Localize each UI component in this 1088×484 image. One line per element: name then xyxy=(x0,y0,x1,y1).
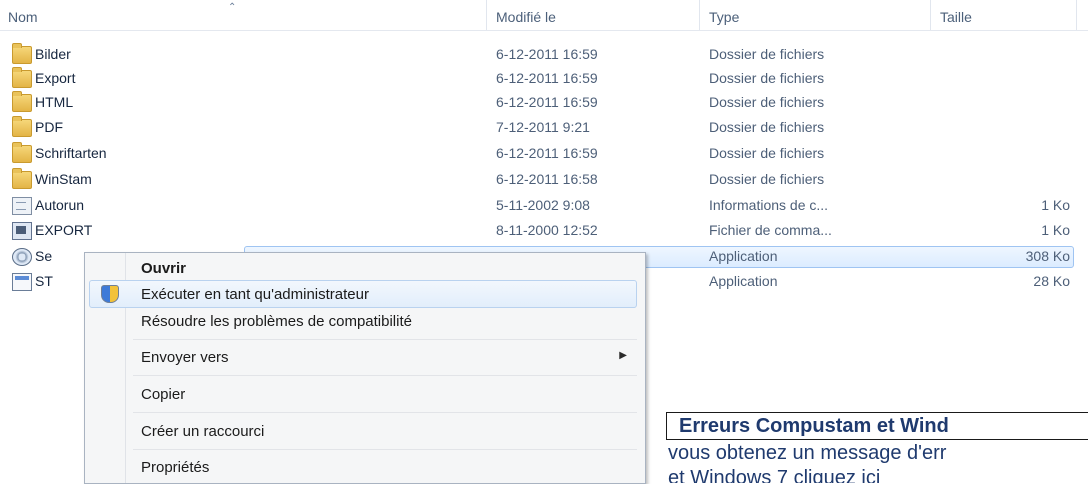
file-row-export-command[interactable]: EXPORT 8-11-2000 12:52 Fichier de comma.… xyxy=(0,218,1088,242)
folder-icon xyxy=(12,67,32,88)
column-divider[interactable] xyxy=(699,0,700,30)
error-notice[interactable]: Erreurs Compustam et Wind vous obtenez u… xyxy=(662,412,1088,483)
file-modified: 8-11-2000 12:52 xyxy=(496,222,598,238)
file-type: Dossier de fichiers xyxy=(709,70,825,86)
file-modified: 6-12-2011 16:58 xyxy=(496,171,598,187)
menu-item-label: Exécuter en tant qu'administrateur xyxy=(141,286,369,303)
file-type: Application xyxy=(709,248,778,264)
file-name: PDF xyxy=(35,119,63,135)
menu-separator xyxy=(133,449,637,450)
menu-item-run-as-admin[interactable]: Exécuter en tant qu'administrateur xyxy=(89,280,637,308)
file-name: EXPORT xyxy=(35,222,93,238)
file-type: Dossier de fichiers xyxy=(709,145,825,161)
file-size: 308 Ko xyxy=(1025,248,1070,264)
menu-separator xyxy=(133,412,637,413)
menu-item-send-to[interactable]: Envoyer vers ▶ xyxy=(85,344,645,370)
file-type: Dossier de fichiers xyxy=(709,94,825,110)
file-size: 28 Ko xyxy=(1033,273,1070,289)
file-modified: 6-12-2011 16:59 xyxy=(496,145,598,161)
folder-icon xyxy=(12,43,32,64)
application-icon xyxy=(12,273,32,291)
file-modified: 6-12-2011 16:59 xyxy=(496,94,598,110)
menu-separator xyxy=(133,339,637,340)
context-menu: Ouvrir Exécuter en tant qu'administrateu… xyxy=(84,252,646,484)
submenu-arrow-icon: ▶ xyxy=(619,350,627,361)
folder-icon xyxy=(12,142,32,163)
column-modified[interactable]: Modifié le xyxy=(496,8,556,30)
file-name: ST xyxy=(35,273,53,289)
file-name: Autorun xyxy=(35,197,85,213)
menu-item-open[interactable]: Ouvrir xyxy=(85,255,645,281)
file-row-export-folder[interactable]: Export 6-12-2011 16:59 Dossier de fichie… xyxy=(0,66,1088,90)
menu-item-troubleshoot-compatibility[interactable]: Résoudre les problèmes de compatibilité xyxy=(85,308,645,334)
file-name: WinStam xyxy=(35,171,92,187)
file-modified: 6-12-2011 16:59 xyxy=(496,70,598,86)
column-type[interactable]: Type xyxy=(709,8,739,30)
folder-icon xyxy=(12,91,32,112)
menu-item-label: Résoudre les problèmes de compatibilité xyxy=(141,313,412,330)
menu-item-label: Ouvrir xyxy=(141,260,187,277)
menu-item-label: Envoyer vers xyxy=(141,349,229,366)
column-size[interactable]: Taille xyxy=(940,8,972,30)
file-row-schriftarten[interactable]: Schriftarten 6-12-2011 16:59 Dossier de … xyxy=(0,141,1088,165)
notice-link[interactable]: et Windows 7 cliquez ici xyxy=(668,467,880,483)
column-divider[interactable] xyxy=(930,0,931,30)
file-row-winstam[interactable]: WinStam 6-12-2011 16:58 Dossier de fichi… xyxy=(0,167,1088,191)
file-type: Dossier de fichiers xyxy=(709,119,825,135)
file-row-html[interactable]: HTML 6-12-2011 16:59 Dossier de fichiers xyxy=(0,90,1088,114)
file-modified: 7-12-2011 9:21 xyxy=(496,119,590,135)
file-type: Informations de c... xyxy=(709,197,829,213)
file-modified: 6-12-2011 16:59 xyxy=(496,46,598,62)
file-name: Se xyxy=(35,248,53,264)
file-name: Schriftarten xyxy=(35,145,107,161)
file-type: Dossier de fichiers xyxy=(709,46,825,62)
file-name: HTML xyxy=(35,94,74,110)
uac-shield-icon xyxy=(101,285,119,303)
menu-item-label: Copier xyxy=(141,386,186,403)
file-name: Bilder xyxy=(35,46,71,62)
file-type: Dossier de fichiers xyxy=(709,171,825,187)
folder-icon xyxy=(12,116,32,137)
setup-icon xyxy=(12,248,32,266)
file-row-bilder[interactable]: Bilder 6-12-2011 16:59 Dossier de fichie… xyxy=(0,42,1088,66)
file-row-pdf[interactable]: PDF 7-12-2011 9:21 Dossier de fichiers xyxy=(0,115,1088,139)
file-size: 1 Ko xyxy=(1041,222,1070,238)
menu-item-create-shortcut[interactable]: Créer un raccourci xyxy=(85,418,645,444)
notice-title: Erreurs Compustam et Wind xyxy=(666,412,1088,440)
settings-file-icon xyxy=(12,197,32,215)
file-type: Fichier de comma... xyxy=(709,222,832,238)
column-divider[interactable] xyxy=(1076,0,1077,30)
column-name[interactable]: Nom xyxy=(8,8,38,30)
menu-item-copy[interactable]: Copier xyxy=(85,381,645,407)
file-size: 1 Ko xyxy=(1041,197,1070,213)
folder-icon xyxy=(12,168,32,189)
column-header: Nom ⌃ Modifié le Type Taille xyxy=(0,0,1088,31)
file-type: Application xyxy=(709,273,778,289)
notice-text-line: vous obtenez un message d'err xyxy=(668,442,947,464)
sort-ascending-icon: ⌃ xyxy=(228,2,237,13)
menu-item-label: Propriétés xyxy=(141,459,210,476)
file-row-autorun[interactable]: Autorun 5-11-2002 9:08 Informations de c… xyxy=(0,193,1088,217)
command-file-icon xyxy=(12,222,32,240)
menu-item-label: Créer un raccourci xyxy=(141,423,265,440)
menu-separator xyxy=(133,375,637,376)
file-modified: 5-11-2002 9:08 xyxy=(496,197,590,213)
menu-item-properties[interactable]: Propriétés xyxy=(85,454,645,480)
file-name: Export xyxy=(35,70,76,86)
column-divider[interactable] xyxy=(486,0,487,30)
